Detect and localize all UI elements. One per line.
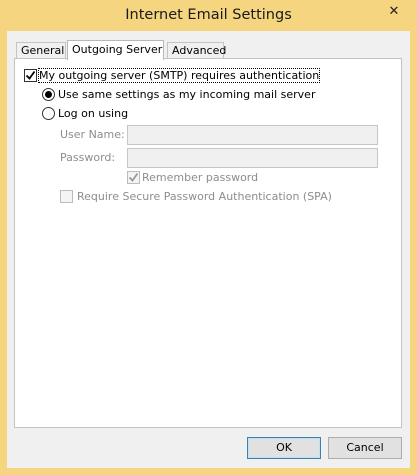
user-name-input[interactable] [127, 125, 378, 145]
password-label: Password: [60, 151, 116, 164]
use-same-settings-radio[interactable] [42, 88, 55, 101]
close-icon: ✕ [388, 3, 400, 19]
title-bar[interactable]: Internet Email Settings ✕ [0, 0, 417, 31]
tab-advanced[interactable]: Advanced [167, 42, 226, 58]
dialog-client: General Outgoing Server Advanced My outg… [7, 31, 410, 468]
spa-checkbox[interactable] [60, 190, 73, 203]
ok-button[interactable]: OK [247, 437, 321, 459]
requires-auth-checkbox[interactable] [24, 69, 37, 82]
cancel-button[interactable]: Cancel [328, 437, 402, 459]
requires-auth-label: My outgoing server (SMTP) requires authe… [37, 68, 321, 83]
password-input[interactable] [127, 148, 378, 168]
requires-auth-checkbox-row[interactable]: My outgoing server (SMTP) requires authe… [24, 68, 321, 83]
remember-password-checkbox-row[interactable]: Remember password [127, 171, 258, 184]
window-title: Internet Email Settings [125, 7, 292, 23]
dialog-window: Internet Email Settings ✕ General Outgoi… [0, 0, 417, 475]
tab-outgoing-server[interactable]: Outgoing Server [67, 40, 164, 60]
checkmark-icon [25, 70, 36, 80]
log-on-using-radio-row[interactable]: Log on using [42, 107, 128, 120]
remember-password-checkbox[interactable] [127, 171, 140, 184]
user-name-label: User Name: [60, 128, 125, 141]
outgoing-server-panel: My outgoing server (SMTP) requires authe… [14, 58, 402, 428]
log-on-using-radio[interactable] [42, 107, 55, 120]
log-on-using-label: Log on using [58, 107, 129, 120]
close-button[interactable]: ✕ [379, 1, 409, 21]
tab-general[interactable]: General [16, 42, 66, 58]
use-same-settings-label: Use same settings as my incoming mail se… [58, 88, 316, 101]
use-same-settings-radio-row[interactable]: Use same settings as my incoming mail se… [42, 88, 315, 101]
spa-checkbox-row[interactable]: Require Secure Password Authentication (… [60, 190, 332, 203]
spa-label: Require Secure Password Authentication (… [77, 190, 332, 203]
remember-password-label: Remember password [142, 171, 259, 184]
checkmark-icon [128, 172, 139, 182]
